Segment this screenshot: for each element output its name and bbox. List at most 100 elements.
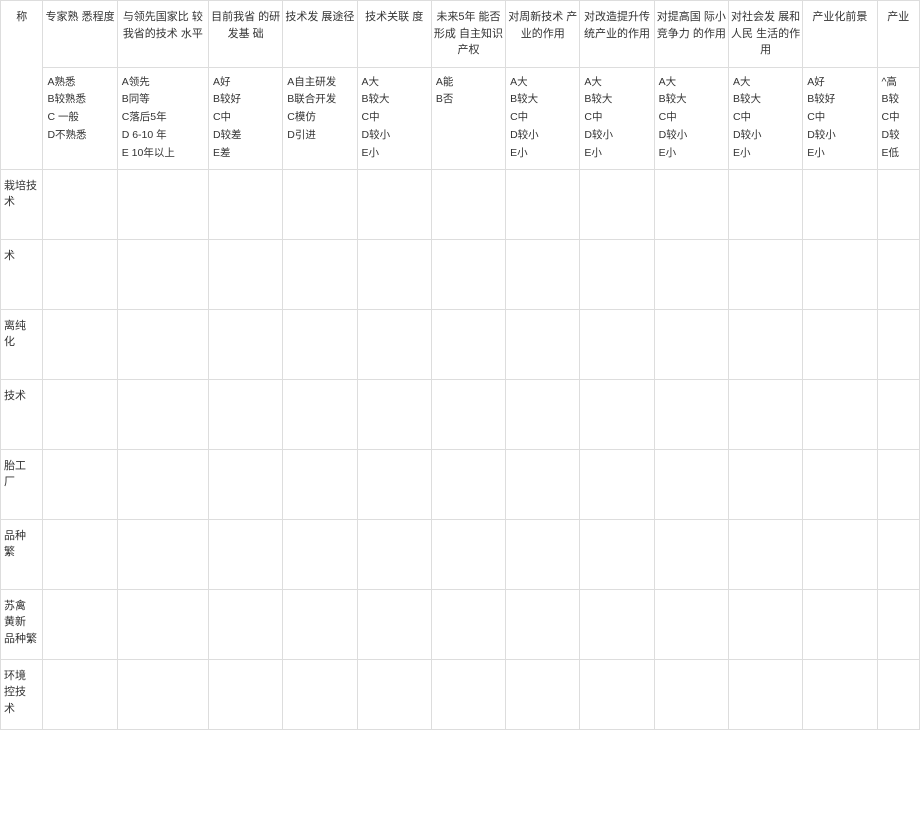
data-cell[interactable] [431, 309, 505, 379]
data-cell[interactable] [43, 379, 117, 449]
data-cell[interactable] [506, 589, 580, 659]
data-cell[interactable] [803, 589, 877, 659]
data-cell[interactable] [877, 309, 920, 379]
data-cell[interactable] [654, 239, 728, 309]
data-cell[interactable] [431, 449, 505, 519]
col-header-traditional: 对改造提升传统产业的作用 [580, 1, 654, 68]
data-cell[interactable] [43, 449, 117, 519]
data-cell[interactable] [506, 309, 580, 379]
data-cell[interactable] [283, 239, 357, 309]
data-cell[interactable] [117, 659, 208, 729]
data-cell[interactable] [728, 449, 802, 519]
data-cell[interactable] [208, 169, 282, 239]
data-cell[interactable] [506, 659, 580, 729]
data-cell[interactable] [580, 589, 654, 659]
data-cell[interactable] [208, 519, 282, 589]
data-cell[interactable] [580, 379, 654, 449]
col-header-prospect: 产业化前景 [803, 1, 877, 68]
data-cell[interactable] [357, 589, 431, 659]
data-cell[interactable] [803, 379, 877, 449]
data-cell[interactable] [803, 309, 877, 379]
data-cell[interactable] [208, 449, 282, 519]
data-cell[interactable] [283, 309, 357, 379]
data-cell[interactable] [580, 239, 654, 309]
data-cell[interactable] [283, 589, 357, 659]
data-cell[interactable] [654, 659, 728, 729]
data-cell[interactable] [803, 519, 877, 589]
data-cell[interactable] [803, 659, 877, 729]
data-cell[interactable] [877, 449, 920, 519]
data-cell[interactable] [728, 519, 802, 589]
data-cell[interactable] [283, 169, 357, 239]
data-cell[interactable] [357, 659, 431, 729]
data-cell[interactable] [43, 169, 117, 239]
data-cell[interactable] [728, 659, 802, 729]
data-cell[interactable] [654, 589, 728, 659]
data-cell[interactable] [506, 519, 580, 589]
data-cell[interactable] [580, 309, 654, 379]
data-cell[interactable] [117, 589, 208, 659]
data-cell[interactable] [877, 169, 920, 239]
row-label: 术 [1, 239, 43, 309]
data-cell[interactable] [43, 239, 117, 309]
data-cell[interactable] [43, 659, 117, 729]
data-cell[interactable] [654, 519, 728, 589]
data-cell[interactable] [117, 379, 208, 449]
data-cell[interactable] [654, 449, 728, 519]
data-cell[interactable] [208, 589, 282, 659]
data-cell[interactable] [431, 589, 505, 659]
data-cell[interactable] [208, 379, 282, 449]
data-cell[interactable] [117, 239, 208, 309]
data-cell[interactable] [43, 519, 117, 589]
data-cell[interactable] [43, 309, 117, 379]
data-cell[interactable] [357, 239, 431, 309]
data-cell[interactable] [357, 449, 431, 519]
data-cell[interactable] [654, 379, 728, 449]
data-cell[interactable] [728, 169, 802, 239]
data-cell[interactable] [506, 379, 580, 449]
data-cell[interactable] [357, 519, 431, 589]
data-cell[interactable] [877, 589, 920, 659]
data-cell[interactable] [117, 449, 208, 519]
data-cell[interactable] [208, 309, 282, 379]
data-cell[interactable] [283, 659, 357, 729]
col-header-ip: 未来5年 能否形成 自主知识 产权 [431, 1, 505, 68]
data-cell[interactable] [506, 169, 580, 239]
data-cell[interactable] [803, 449, 877, 519]
data-cell[interactable] [431, 379, 505, 449]
data-cell[interactable] [283, 379, 357, 449]
data-cell[interactable] [580, 519, 654, 589]
data-cell[interactable] [877, 239, 920, 309]
data-cell[interactable] [357, 379, 431, 449]
data-cell[interactable] [506, 239, 580, 309]
data-cell[interactable] [431, 239, 505, 309]
data-cell[interactable] [877, 379, 920, 449]
data-cell[interactable] [357, 169, 431, 239]
data-cell[interactable] [208, 659, 282, 729]
data-cell[interactable] [117, 519, 208, 589]
data-cell[interactable] [654, 169, 728, 239]
data-cell[interactable] [803, 239, 877, 309]
data-cell[interactable] [117, 169, 208, 239]
data-cell[interactable] [728, 589, 802, 659]
data-cell[interactable] [431, 169, 505, 239]
data-cell[interactable] [803, 169, 877, 239]
data-cell[interactable] [283, 519, 357, 589]
data-cell[interactable] [654, 309, 728, 379]
data-cell[interactable] [580, 169, 654, 239]
data-cell[interactable] [117, 309, 208, 379]
data-cell[interactable] [580, 659, 654, 729]
data-cell[interactable] [877, 659, 920, 729]
data-cell[interactable] [431, 519, 505, 589]
data-cell[interactable] [580, 449, 654, 519]
data-cell[interactable] [208, 239, 282, 309]
data-cell[interactable] [357, 309, 431, 379]
data-cell[interactable] [43, 589, 117, 659]
data-cell[interactable] [728, 379, 802, 449]
data-cell[interactable] [431, 659, 505, 729]
data-cell[interactable] [506, 449, 580, 519]
data-cell[interactable] [728, 239, 802, 309]
data-cell[interactable] [283, 449, 357, 519]
data-cell[interactable] [877, 519, 920, 589]
data-cell[interactable] [728, 309, 802, 379]
